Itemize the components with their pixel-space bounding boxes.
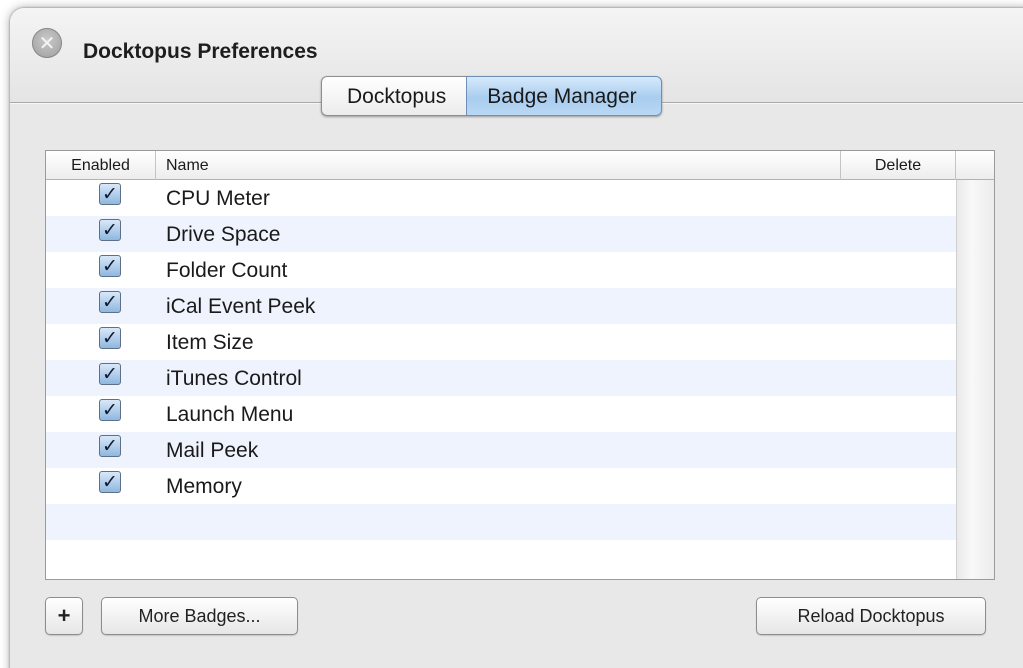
tab-docktopus[interactable]: Docktopus bbox=[321, 76, 467, 116]
table-header: Enabled Name Delete bbox=[46, 151, 994, 180]
badge-name: Launch Menu bbox=[166, 403, 294, 426]
table-row[interactable]: ✓ iTunes Control bbox=[46, 360, 956, 396]
badge-table: Enabled Name Delete ✓ CPU Meter ✓ Drive … bbox=[45, 150, 995, 580]
empty-row bbox=[46, 504, 956, 540]
reload-docktopus-button[interactable]: Reload Docktopus bbox=[756, 597, 986, 635]
window-title: Docktopus Preferences bbox=[83, 40, 318, 63]
badge-name: CPU Meter bbox=[166, 187, 270, 210]
column-header-delete[interactable]: Delete bbox=[841, 151, 956, 180]
table-row[interactable]: ✓ Memory bbox=[46, 468, 956, 504]
tab-badge-manager[interactable]: Badge Manager bbox=[466, 76, 662, 116]
more-badges-button[interactable]: More Badges... bbox=[101, 597, 298, 635]
vertical-scrollbar[interactable] bbox=[956, 180, 994, 579]
table-row[interactable]: ✓ Mail Peek bbox=[46, 432, 956, 468]
badge-name: iCal Event Peek bbox=[166, 295, 316, 318]
badge-name: Folder Count bbox=[166, 259, 288, 282]
table-row[interactable]: ✓ iCal Event Peek bbox=[46, 288, 956, 324]
enabled-checkbox[interactable]: ✓ bbox=[99, 183, 121, 205]
table-row[interactable]: ✓ CPU Meter bbox=[46, 180, 956, 216]
enabled-checkbox[interactable]: ✓ bbox=[99, 435, 121, 457]
badge-name: Drive Space bbox=[166, 223, 281, 246]
badge-name: Item Size bbox=[166, 331, 254, 354]
enabled-checkbox[interactable]: ✓ bbox=[99, 363, 121, 385]
enabled-checkbox[interactable]: ✓ bbox=[99, 327, 121, 349]
add-badge-button[interactable]: + bbox=[45, 597, 83, 635]
enabled-checkbox[interactable]: ✓ bbox=[99, 255, 121, 277]
table-row[interactable]: ✓ Launch Menu bbox=[46, 396, 956, 432]
column-header-enabled[interactable]: Enabled bbox=[46, 151, 156, 180]
table-body: ✓ CPU Meter ✓ Drive Space ✓ Folder Count… bbox=[46, 180, 956, 576]
enabled-checkbox[interactable]: ✓ bbox=[99, 399, 121, 421]
close-icon[interactable]: ✕ bbox=[32, 28, 62, 58]
table-row[interactable]: ✓ Folder Count bbox=[46, 252, 956, 288]
empty-row bbox=[46, 540, 956, 576]
badge-name: Mail Peek bbox=[166, 439, 259, 462]
table-row[interactable]: ✓ Item Size bbox=[46, 324, 956, 360]
badge-name: Memory bbox=[166, 475, 242, 498]
enabled-checkbox[interactable]: ✓ bbox=[99, 471, 121, 493]
tab-bar: Docktopus Badge Manager bbox=[321, 76, 662, 116]
column-header-name[interactable]: Name bbox=[156, 151, 841, 180]
enabled-checkbox[interactable]: ✓ bbox=[99, 219, 121, 241]
table-row[interactable]: ✓ Drive Space bbox=[46, 216, 956, 252]
badge-name: iTunes Control bbox=[166, 367, 302, 390]
enabled-checkbox[interactable]: ✓ bbox=[99, 291, 121, 313]
